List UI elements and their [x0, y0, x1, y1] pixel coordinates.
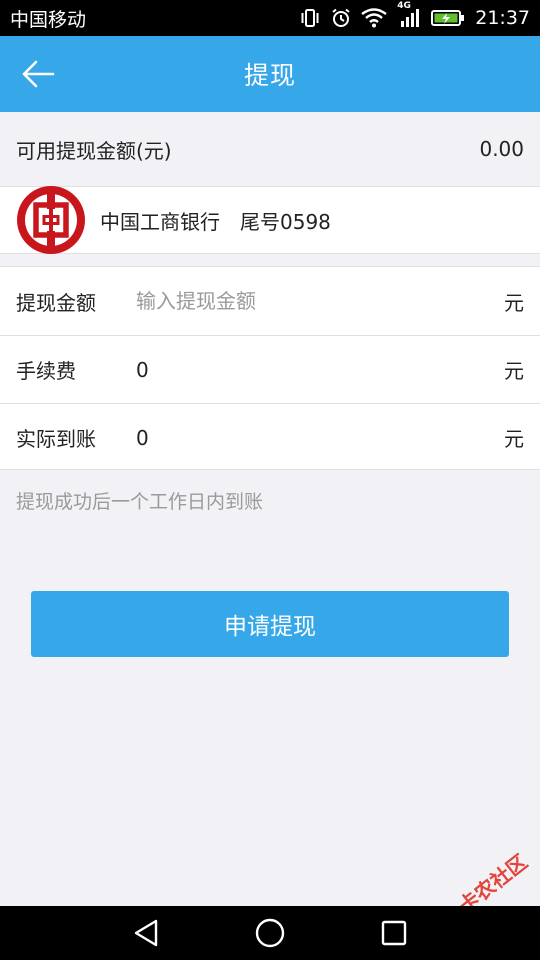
recents-square-icon [381, 920, 407, 946]
actual-received-unit: 元 [504, 427, 524, 451]
fee-unit: 元 [504, 359, 524, 383]
page-title: 提现 [243, 61, 296, 90]
wifi-icon [361, 8, 387, 28]
card-tail-number: 尾号0598 [240, 209, 331, 234]
amount-unit: 元 [504, 290, 524, 315]
nav-recents-button[interactable] [374, 913, 414, 953]
nav-home-button[interactable] [250, 913, 290, 953]
network-type-label: 4G [397, 1, 411, 11]
actual-received-value: 0 [136, 425, 149, 450]
title-bar: 提现 [0, 36, 540, 112]
battery-charging-icon [431, 9, 465, 27]
clock: 21:37 [475, 7, 530, 29]
available-balance-value: 0.00 [479, 137, 524, 161]
arrow-left-icon [22, 60, 55, 88]
arrival-hint: 提现成功后一个工作日内到账 [16, 491, 264, 513]
back-button[interactable] [18, 56, 58, 92]
carrier-name: 中国移动 [10, 8, 87, 31]
vibrate-icon [299, 8, 321, 28]
home-circle-icon [255, 918, 285, 948]
fee-label: 手续费 [16, 359, 76, 383]
fee-row: 手续费 0 元 [0, 335, 540, 403]
bank-card-row[interactable]: 中国工商银行 尾号0598 [0, 186, 540, 254]
actual-received-row: 实际到账 0 元 [0, 403, 540, 471]
alarm-icon [331, 8, 351, 28]
amount-row: 提现金额 元 [0, 267, 540, 335]
bank-name: 中国工商银行 [100, 209, 220, 234]
back-triangle-icon [134, 919, 158, 947]
apply-withdraw-button[interactable]: 申请提现 [31, 591, 509, 657]
navigation-bar [0, 906, 540, 960]
status-icons: 4G 21:37 [299, 1, 530, 29]
amount-input[interactable] [136, 289, 500, 313]
withdraw-form: 提现金额 元 手续费 0 元 实际到账 0 元 [0, 266, 540, 470]
available-balance-row: 可用提现金额(元) 0.00 [0, 112, 540, 186]
available-balance-label: 可用提现金额(元) [16, 138, 172, 163]
fee-value: 0 [136, 357, 149, 382]
actual-received-label: 实际到账 [16, 427, 96, 451]
nav-back-button[interactable] [126, 913, 166, 953]
status-bar: 中国移动 4G 21:37 [0, 0, 540, 36]
amount-label: 提现金额 [16, 290, 96, 315]
signal-icon: 4G [397, 1, 421, 28]
icbc-logo [16, 185, 86, 255]
